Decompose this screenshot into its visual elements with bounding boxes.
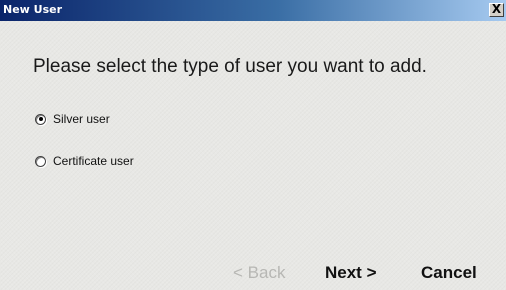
title-bar[interactable]: New User X bbox=[0, 0, 506, 21]
option-label-silver-user: Silver user bbox=[53, 112, 110, 126]
next-button[interactable]: Next > bbox=[325, 263, 377, 283]
option-silver-user[interactable]: Silver user bbox=[35, 112, 110, 126]
new-user-dialog: New User X Please select the type of use… bbox=[0, 0, 506, 290]
option-certificate-user[interactable]: Certificate user bbox=[35, 154, 134, 168]
close-button[interactable]: X bbox=[489, 2, 504, 17]
radio-silver-user[interactable] bbox=[35, 113, 46, 125]
window-title: New User bbox=[3, 3, 63, 16]
radio-certificate-user[interactable] bbox=[35, 155, 46, 167]
cancel-button[interactable]: Cancel bbox=[421, 263, 477, 283]
close-icon: X bbox=[491, 2, 502, 16]
back-button[interactable]: < Back bbox=[233, 263, 285, 283]
dialog-body: Please select the type of user you want … bbox=[0, 21, 506, 290]
instruction-text: Please select the type of user you want … bbox=[33, 56, 427, 77]
option-label-certificate-user: Certificate user bbox=[53, 154, 134, 168]
